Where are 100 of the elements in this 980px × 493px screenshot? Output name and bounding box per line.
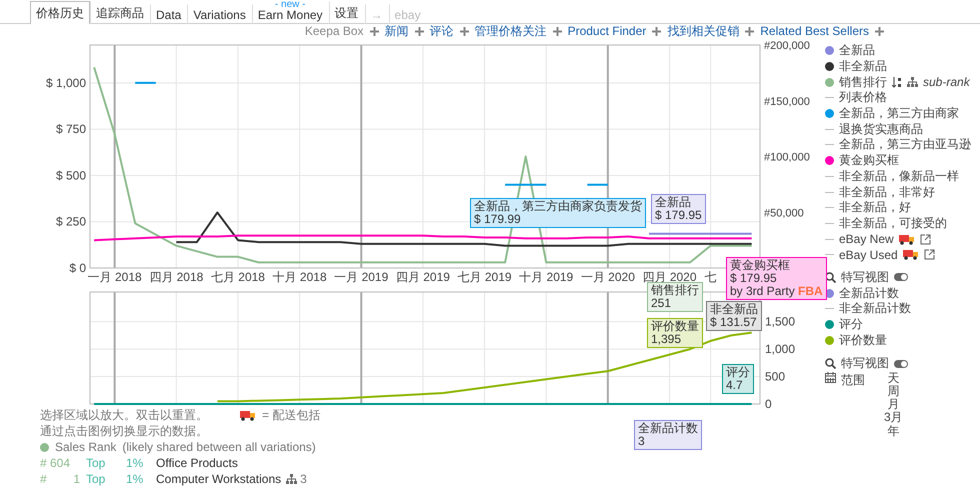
- axis-label: 七月 2019: [458, 270, 512, 284]
- range-label: 范围: [841, 372, 865, 389]
- rank-percent: 1%: [126, 456, 144, 470]
- tab[interactable]: 价格历史: [30, 1, 90, 24]
- rank-number: 604: [50, 456, 72, 470]
- axis-label: $ 500: [56, 168, 86, 182]
- legend-item[interactable]: 非全新品，像新品一样: [839, 168, 959, 185]
- legend-dash-icon: [825, 308, 834, 310]
- legend-item[interactable]: 评价数量: [839, 332, 887, 349]
- axis-label: 一月 2019: [334, 270, 388, 284]
- axis-label: #50,000: [764, 207, 804, 220]
- legend-dash-icon: [825, 144, 834, 146]
- legend-item[interactable]: eBay Used: [839, 248, 898, 262]
- axis-label: $ 1,000: [46, 76, 86, 90]
- legend-item[interactable]: 非全新品，好: [839, 199, 911, 216]
- legend-dash-icon: [825, 207, 834, 208]
- legend-dash-icon: [825, 192, 834, 193]
- rank-hash: #: [40, 472, 48, 486]
- truck-icon: [898, 234, 915, 245]
- rank-top: Top: [86, 472, 106, 486]
- link[interactable]: 新闻: [384, 22, 409, 40]
- tab[interactable]: 追踪商品: [90, 1, 150, 24]
- truck-icon: [902, 249, 919, 260]
- legend-item[interactable]: 列表价格: [839, 89, 887, 106]
- tooltip: 评价数量 1,395: [647, 318, 703, 348]
- hint-text: = 配送包括: [262, 406, 320, 424]
- rank-hash: #: [40, 456, 48, 470]
- calendar-icon: [825, 372, 836, 383]
- axis-label: #200,000: [764, 40, 810, 52]
- legend-item[interactable]: 全新品，第三方由商家: [839, 105, 959, 122]
- legend-item[interactable]: 评分: [839, 316, 863, 334]
- tooltip: 黄金购买框 $ 179.95 by 3rd Party FBA: [726, 257, 827, 300]
- axis-label: 十月 2019: [519, 270, 574, 284]
- tooltip: 非全新品 $ 131.57: [706, 301, 762, 331]
- link[interactable]: 管理价格关注: [474, 22, 547, 40]
- legend-item[interactable]: 全新品，第三方由亚马逊: [839, 136, 971, 154]
- legend-item[interactable]: 非全新品，可接受的: [839, 214, 947, 232]
- legend-item[interactable]: 全新品计数: [839, 284, 899, 302]
- external-link-icon[interactable]: [920, 234, 931, 245]
- hint-text: 通过点击图例切换显示的数据。: [40, 422, 208, 440]
- link[interactable]: Related Best Sellers: [760, 24, 869, 38]
- legend-item[interactable]: 退换货实惠商品: [839, 120, 923, 138]
- axis-label: 500: [765, 370, 786, 384]
- rank-category[interactable]: Office Products: [156, 456, 238, 470]
- sales-rank-dot-icon: [40, 442, 49, 452]
- range-option[interactable]: 周: [887, 384, 900, 398]
- link[interactable]: 找到相关促销: [667, 22, 740, 40]
- axis-label: 十月 2018: [272, 270, 327, 284]
- legend-dash-icon: [825, 238, 834, 240]
- rank-percent: 1%: [126, 472, 144, 486]
- axis-label: $ 750: [56, 122, 86, 136]
- range-option[interactable]: 月: [887, 398, 900, 412]
- tab[interactable]: Earn Money - new -: [252, 4, 329, 24]
- truck-icon: [240, 410, 256, 420]
- axis-label: 四月 2020: [642, 270, 697, 284]
- closeup-label: 特写视图: [841, 355, 889, 372]
- legend-item[interactable]: eBay New: [839, 232, 894, 246]
- legend-item[interactable]: 全新品: [839, 42, 875, 60]
- tab[interactable]: Variations: [187, 4, 252, 24]
- subcategory-count: 3: [300, 472, 307, 486]
- legend-dash-icon: [825, 222, 834, 224]
- axis-label: 七月 2018: [210, 270, 265, 284]
- search-icon[interactable]: [825, 272, 836, 283]
- link[interactable]: 评论: [430, 22, 454, 40]
- tooltip: 销售排行 251: [647, 282, 703, 312]
- toggle-switch[interactable]: [894, 360, 908, 368]
- sales-rank-note: (likely shared between all variations): [122, 440, 316, 454]
- external-link-icon[interactable]: [924, 249, 935, 260]
- hierarchy-icon: [286, 474, 298, 484]
- legend-item[interactable]: 黄金购买框: [839, 152, 899, 170]
- range-option[interactable]: 年: [887, 424, 900, 438]
- tooltip: 评分 4.7: [722, 364, 754, 394]
- axis-label: $ 0: [69, 261, 86, 275]
- legend-dash-icon: [825, 254, 834, 256]
- rank-category[interactable]: Computer Workstations: [156, 472, 282, 486]
- range-option[interactable]: 天: [887, 372, 900, 385]
- tooltip: 全新品计数 3: [634, 420, 702, 450]
- toggle-switch[interactable]: [894, 273, 908, 282]
- rank-top: Top: [86, 456, 106, 470]
- tooltip: 全新品，第三方由商家负责发货 $ 179.99: [470, 198, 646, 228]
- sort-icon[interactable]: [892, 76, 902, 88]
- legend-item[interactable]: 非全新品，非常好: [839, 184, 935, 201]
- axis-label: #100,000: [764, 152, 810, 164]
- axis-label: 一月 2018: [88, 270, 142, 284]
- link[interactable]: Product Finder: [568, 24, 646, 38]
- axis-label: 七: [704, 270, 717, 284]
- axis-label: 1,500: [765, 314, 796, 329]
- axis-label: 四月 2018: [149, 270, 204, 284]
- hint-text: 选择区域以放大。双击以重置。: [40, 406, 208, 424]
- search-icon[interactable]: [825, 358, 836, 370]
- range-option[interactable]: 3月: [884, 411, 903, 424]
- tab[interactable]: 设置: [328, 1, 365, 24]
- legend-item[interactable]: 销售排行: [839, 74, 887, 91]
- tab[interactable]: Data: [150, 4, 188, 24]
- legend-item[interactable]: 非全新品计数: [839, 300, 911, 318]
- legend-item[interactable]: 非全新品: [839, 58, 887, 76]
- sub-rank-link[interactable]: sub-rank: [923, 75, 970, 90]
- legend-dash-icon: [825, 97, 834, 98]
- axis-label: 四月 2019: [396, 270, 450, 284]
- rank-number: 1: [72, 472, 81, 486]
